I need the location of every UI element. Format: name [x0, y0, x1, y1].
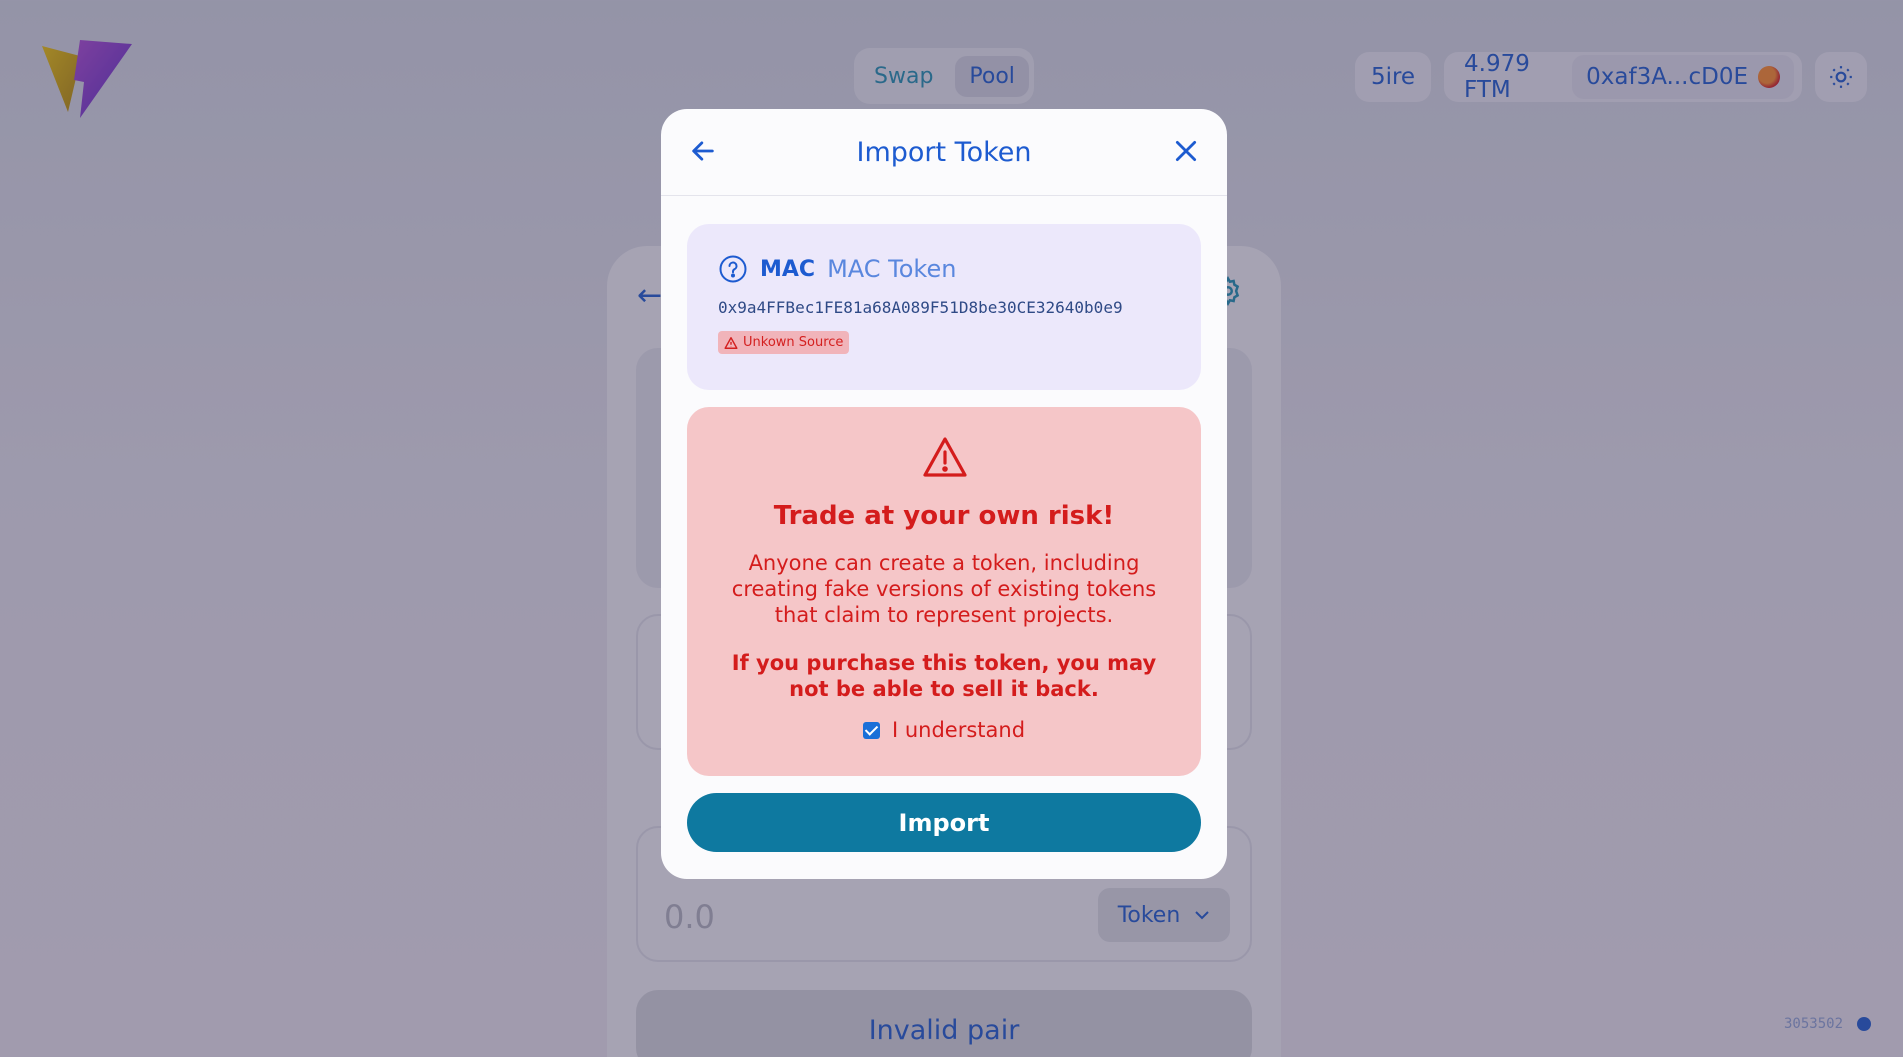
unknown-source-badge: Unkown Source [718, 331, 850, 354]
token-title-row: MAC MAC Token [718, 254, 1170, 284]
risk-warning-text: If you purchase this token, you may not … [731, 651, 1157, 701]
token-info-card: MAC MAC Token 0x9a4FFBec1FE81a68A089F51D… [687, 224, 1201, 390]
badge-label: Unkown Source [743, 335, 844, 350]
warning-icon [724, 336, 738, 349]
understand-checkbox[interactable] [862, 721, 880, 739]
risk-description: Anyone can create a token, including cre… [731, 551, 1157, 627]
risk-title: Trade at your own risk! [773, 501, 1115, 531]
close-icon[interactable] [1173, 138, 1199, 164]
alert-triangle-icon [923, 437, 967, 477]
unknown-token-icon [719, 255, 747, 283]
import-token-modal: Import Token MAC MAC Token 0x9a4FFBec1FE… [661, 109, 1227, 879]
import-button[interactable]: Import [687, 793, 1201, 852]
back-arrow-icon[interactable] [689, 137, 717, 165]
modal-header: Import Token [661, 109, 1227, 196]
understand-label: I understand [891, 718, 1026, 742]
token-symbol: MAC [760, 256, 816, 282]
token-address: 0x9a4FFBec1FE81a68A089F51D8be30CE32640b0… [718, 298, 1123, 317]
token-name: MAC Token [827, 255, 957, 283]
risk-warning-card: Trade at your own risk! Anyone can creat… [687, 407, 1201, 776]
understand-checkbox-row[interactable]: I understand [687, 718, 1201, 742]
modal-title: Import Token [856, 136, 1032, 168]
